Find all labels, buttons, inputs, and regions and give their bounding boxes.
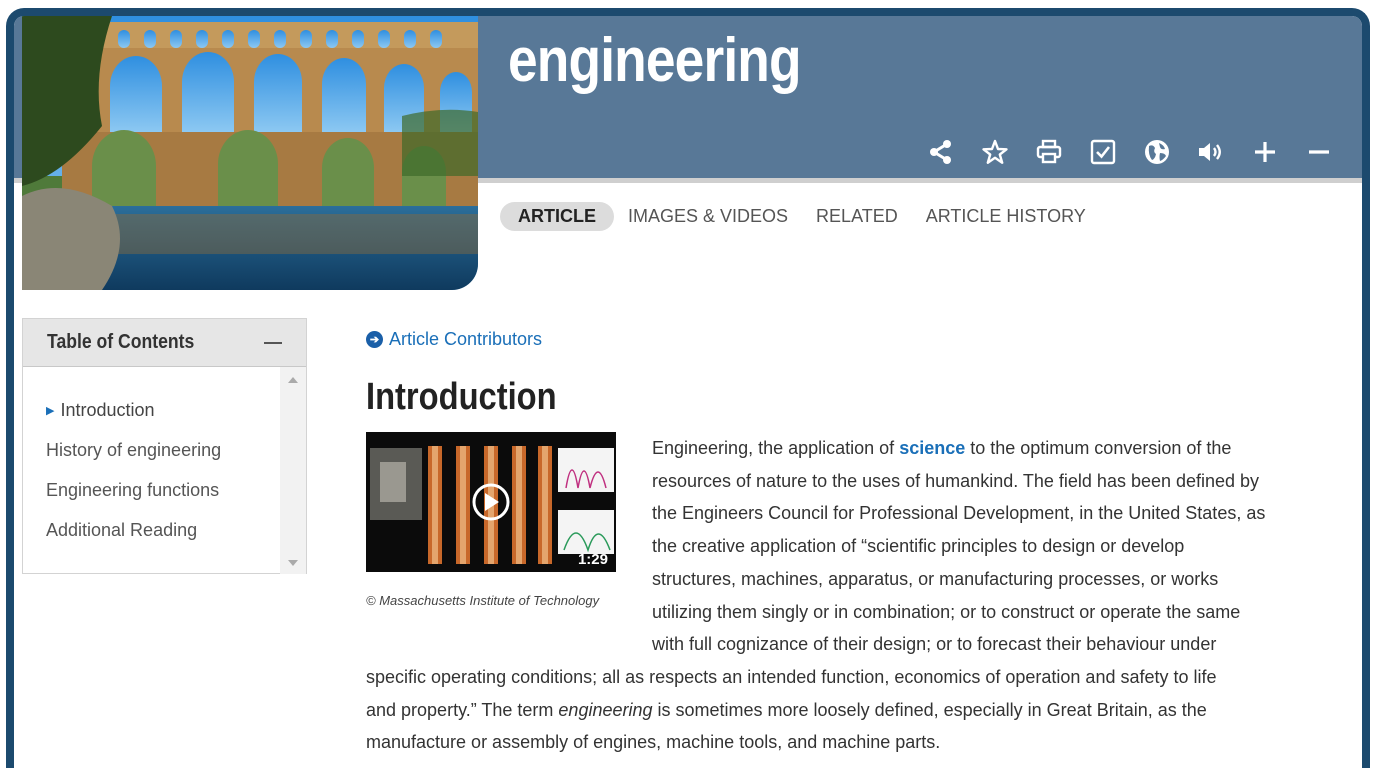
toc-item-functions[interactable]: Engineering functions [46,477,221,517]
article-toolbar [914,134,1346,170]
toc-list: ▶ Introduction History of engineering Eng… [46,397,221,557]
scroll-down-icon[interactable] [288,560,298,566]
contributors-label: Article Contributors [389,329,543,349]
paragraph-line: and property.” The term engineering is s… [366,694,1217,727]
toc-item-label: Introduction [60,400,155,420]
article-tabs: ARTICLE IMAGES & VIDEOS RELATED ARTICLE … [500,202,1100,231]
tab-article[interactable]: ARTICLE [500,202,614,231]
plus-icon [1255,142,1275,162]
cite-button[interactable] [1076,134,1130,170]
minus-icon [1309,150,1329,154]
share-button[interactable] [914,134,968,170]
table-of-contents: Table of Contents ▶ Introduction History … [22,318,307,574]
toc-item-additional-reading[interactable]: Additional Reading [46,517,221,557]
toc-header: Table of Contents [23,319,306,367]
page-title: engineering [508,26,802,95]
toc-title: Table of Contents [47,331,195,353]
paragraph-line: manufacture or assembly of engines, mach… [366,732,941,753]
text-run: to the optimum conversion of the [965,438,1232,458]
paragraph-line: Engineering, the application of science … [652,432,1265,465]
globe-icon [1145,140,1169,164]
toc-scrollbar[interactable] [280,367,306,574]
favorite-button[interactable] [968,134,1022,170]
article-contributors-link[interactable]: ➔ Article Contributors [366,329,542,350]
paragraph-line: specific operating conditions; all as re… [366,667,1217,687]
science-link[interactable]: science [899,438,965,458]
arrow-circle-right-icon: ➔ [366,331,383,348]
text-run: and property.” The term [366,699,559,720]
video-caption: © Massachusetts Institute of Technology [366,593,600,608]
toc-item-history[interactable]: History of engineering [46,437,221,477]
text-run: Engineering, the application of [652,438,900,458]
scroll-up-icon[interactable] [288,377,298,383]
hero-image [22,16,478,290]
section-title: Introduction [366,376,557,418]
video-thumbnail[interactable]: 1:29 [366,432,616,572]
translate-button[interactable] [1130,134,1184,170]
tab-article-history[interactable]: ARTICLE HISTORY [912,202,1100,231]
intro-paragraph-wrapped: Engineering, the application of science … [652,432,1265,661]
text-run: is sometimes more loosely defined, espec… [652,699,1207,720]
listen-button[interactable] [1184,134,1238,170]
paragraph-line: with full cognizance of their design; or… [652,634,1217,655]
paragraph-line: utilizing them singly or in combination;… [652,601,1241,622]
tab-images-videos[interactable]: IMAGES & VIDEOS [614,202,802,231]
paragraph-line: resources of nature to the uses of human… [652,470,1260,491]
emphasis-term: engineering [558,699,653,720]
caret-right-icon: ▶ [46,405,55,417]
font-decrease-button[interactable] [1292,134,1346,170]
article-frame: engineering ARTICLE IMAGES & VIDEOS RELA… [6,8,1370,768]
share-icon [930,140,951,164]
paragraph-line: structures, machines, apparatus, or manu… [652,568,1219,589]
paragraph-line: the Engineers Council for Professional D… [652,503,1266,524]
video-duration: 1:29 [577,551,608,568]
toc-item-introduction[interactable]: ▶ Introduction [46,397,221,437]
print-button[interactable] [1022,134,1076,170]
star-icon [982,139,1008,164]
toc-collapse-icon[interactable] [264,341,282,344]
paragraph-line: the creative application of “scientific … [652,536,1185,557]
font-increase-button[interactable] [1238,134,1292,170]
intro-paragraph-full: specific operating conditions; all as re… [366,661,1217,759]
print-icon [1036,139,1062,164]
checkbox-icon [1090,139,1116,165]
speaker-icon [1199,143,1221,161]
tab-related[interactable]: RELATED [802,202,912,231]
